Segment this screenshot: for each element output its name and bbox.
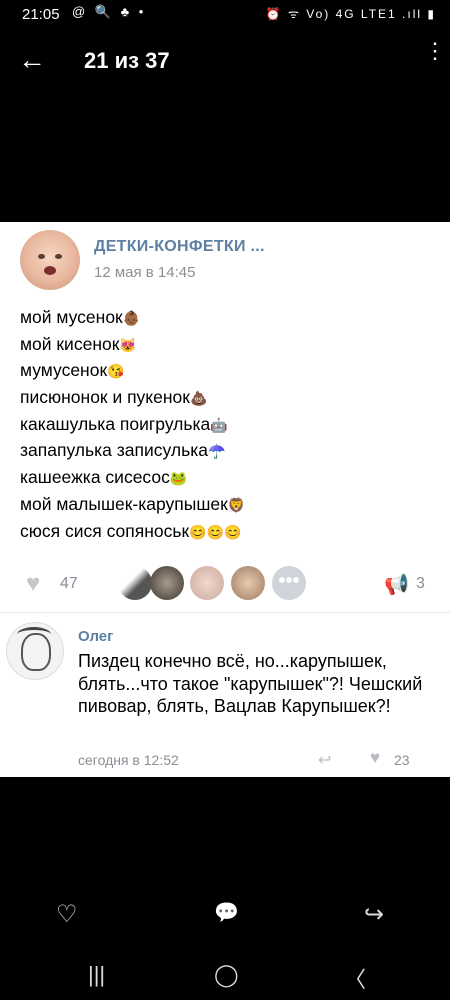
system-icons: ⏰ ᯤ Vo) 4G LTE1 .ıll ▮ bbox=[265, 7, 436, 21]
overflow-menu-icon[interactable]: ⋮ bbox=[424, 40, 446, 62]
reply-icon[interactable]: ↩ bbox=[318, 750, 331, 770]
group-avatar[interactable] bbox=[20, 230, 80, 290]
comment-icon[interactable]: 💬 bbox=[214, 900, 239, 925]
post-line: писюнонок и пукенок💩 bbox=[20, 384, 440, 411]
app-bar: ← 21 из 37 ⋮ bbox=[0, 40, 450, 86]
heart-icon[interactable]: ♥ bbox=[26, 570, 40, 598]
status-time: 21:05 bbox=[22, 6, 60, 23]
share-arrow-icon[interactable]: ↪ bbox=[364, 900, 384, 929]
post-date: 12 мая в 14:45 bbox=[94, 264, 196, 281]
recents-icon[interactable]: ||| bbox=[88, 962, 105, 988]
line-text: кашеежка сисесос bbox=[20, 467, 170, 488]
line-text: сюся сися сопяноськ bbox=[20, 520, 190, 541]
group-name[interactable]: ДЕТКИ-КОНФЕТКИ ... bbox=[94, 238, 265, 256]
megaphone-icon[interactable]: 📢 bbox=[384, 572, 409, 597]
line-text: мой мусенок bbox=[20, 307, 123, 327]
comment-author-avatar[interactable] bbox=[6, 622, 64, 680]
line-text: мумусенок bbox=[20, 360, 108, 381]
post-line: запапулька записулька☂️ bbox=[20, 437, 440, 464]
back-arrow-icon[interactable]: ← bbox=[18, 46, 46, 74]
line-text: какашулька поигрулька bbox=[20, 413, 211, 434]
poop-emoji-icon: 💩 bbox=[189, 390, 208, 407]
heart-icon[interactable]: ♥ bbox=[370, 748, 380, 768]
comment-text: Пиздец конечно всё, но...карупышек, блят… bbox=[78, 651, 423, 716]
cat-emoji-icon: 😻 bbox=[119, 336, 137, 353]
system-nav-bar: ||| ◯ 〈 bbox=[0, 950, 450, 1000]
line-text: писюнонок и пукенок bbox=[20, 387, 190, 408]
liker-avatar[interactable] bbox=[150, 566, 184, 600]
umbrella-emoji-icon: ☂️ bbox=[208, 443, 226, 460]
avatar-face bbox=[21, 633, 51, 671]
line-text: мой малышек-карупышек bbox=[20, 493, 228, 514]
home-icon[interactable]: ◯ bbox=[214, 962, 239, 988]
bottom-action-bar: ♡ 💬 ↪ bbox=[0, 896, 450, 936]
line-text: запапулька записулька bbox=[20, 440, 208, 461]
liker-avatar[interactable] bbox=[118, 566, 152, 600]
comment-like-count: 23 bbox=[394, 752, 410, 768]
more-likers-button[interactable]: ••• bbox=[272, 566, 306, 600]
avatar-mouth bbox=[44, 266, 56, 275]
post-actions: ♥ 47 ••• 📢 3 bbox=[0, 564, 450, 604]
frog-emoji-icon: 🐸 bbox=[169, 470, 188, 487]
smile-emoji-icon: 😊😊😊 bbox=[189, 523, 242, 540]
post-line: мой кисенок😻 bbox=[20, 331, 440, 358]
post-line: мой мусенок👶🏾 bbox=[20, 304, 440, 331]
page-title: 21 из 37 bbox=[84, 48, 170, 73]
liker-avatar[interactable] bbox=[231, 566, 265, 600]
baby-emoji-icon: 👶🏾 bbox=[122, 310, 141, 326]
like-outline-icon[interactable]: ♡ bbox=[56, 900, 78, 929]
notification-icons: @ 🔍 ♣ • bbox=[72, 4, 147, 19]
comment-date: сегодня в 12:52 bbox=[78, 752, 179, 768]
post-line: мой малышек-карупышек🦁 bbox=[20, 491, 440, 518]
post-card: ДЕТКИ-КОНФЕТКИ ... 12 мая в 14:45 мой му… bbox=[0, 222, 450, 777]
avatar-eye bbox=[55, 254, 62, 259]
robot-emoji-icon: 🤖 bbox=[210, 416, 228, 433]
back-icon[interactable]: 〈 bbox=[344, 962, 366, 994]
status-bar: 21:05 @ 🔍 ♣ • ⏰ ᯤ Vo) 4G LTE1 .ıll ▮ bbox=[0, 0, 450, 28]
kiss-emoji-icon: 😘 bbox=[107, 363, 125, 380]
post-line: кашеежка сисесос🐸 bbox=[20, 464, 440, 491]
like-count[interactable]: 47 bbox=[60, 575, 78, 593]
post-text: мой мусенок👶🏾 мой кисенок😻 мумусенок😘 пи… bbox=[20, 304, 440, 544]
divider bbox=[0, 612, 450, 613]
comment-author[interactable]: Олег bbox=[78, 628, 113, 645]
post-line: сюся сися сопяноськ😊😊😊 bbox=[20, 518, 440, 545]
post-line: какашулька поигрулька🤖 bbox=[20, 411, 440, 438]
share-count[interactable]: 3 bbox=[416, 575, 425, 593]
post-line: мумусенок😘 bbox=[20, 357, 440, 384]
avatar-eye bbox=[38, 254, 45, 259]
lion-emoji-icon: 🦁 bbox=[227, 496, 246, 513]
liker-avatar[interactable] bbox=[190, 566, 224, 600]
line-text: мой кисенок bbox=[20, 333, 120, 354]
